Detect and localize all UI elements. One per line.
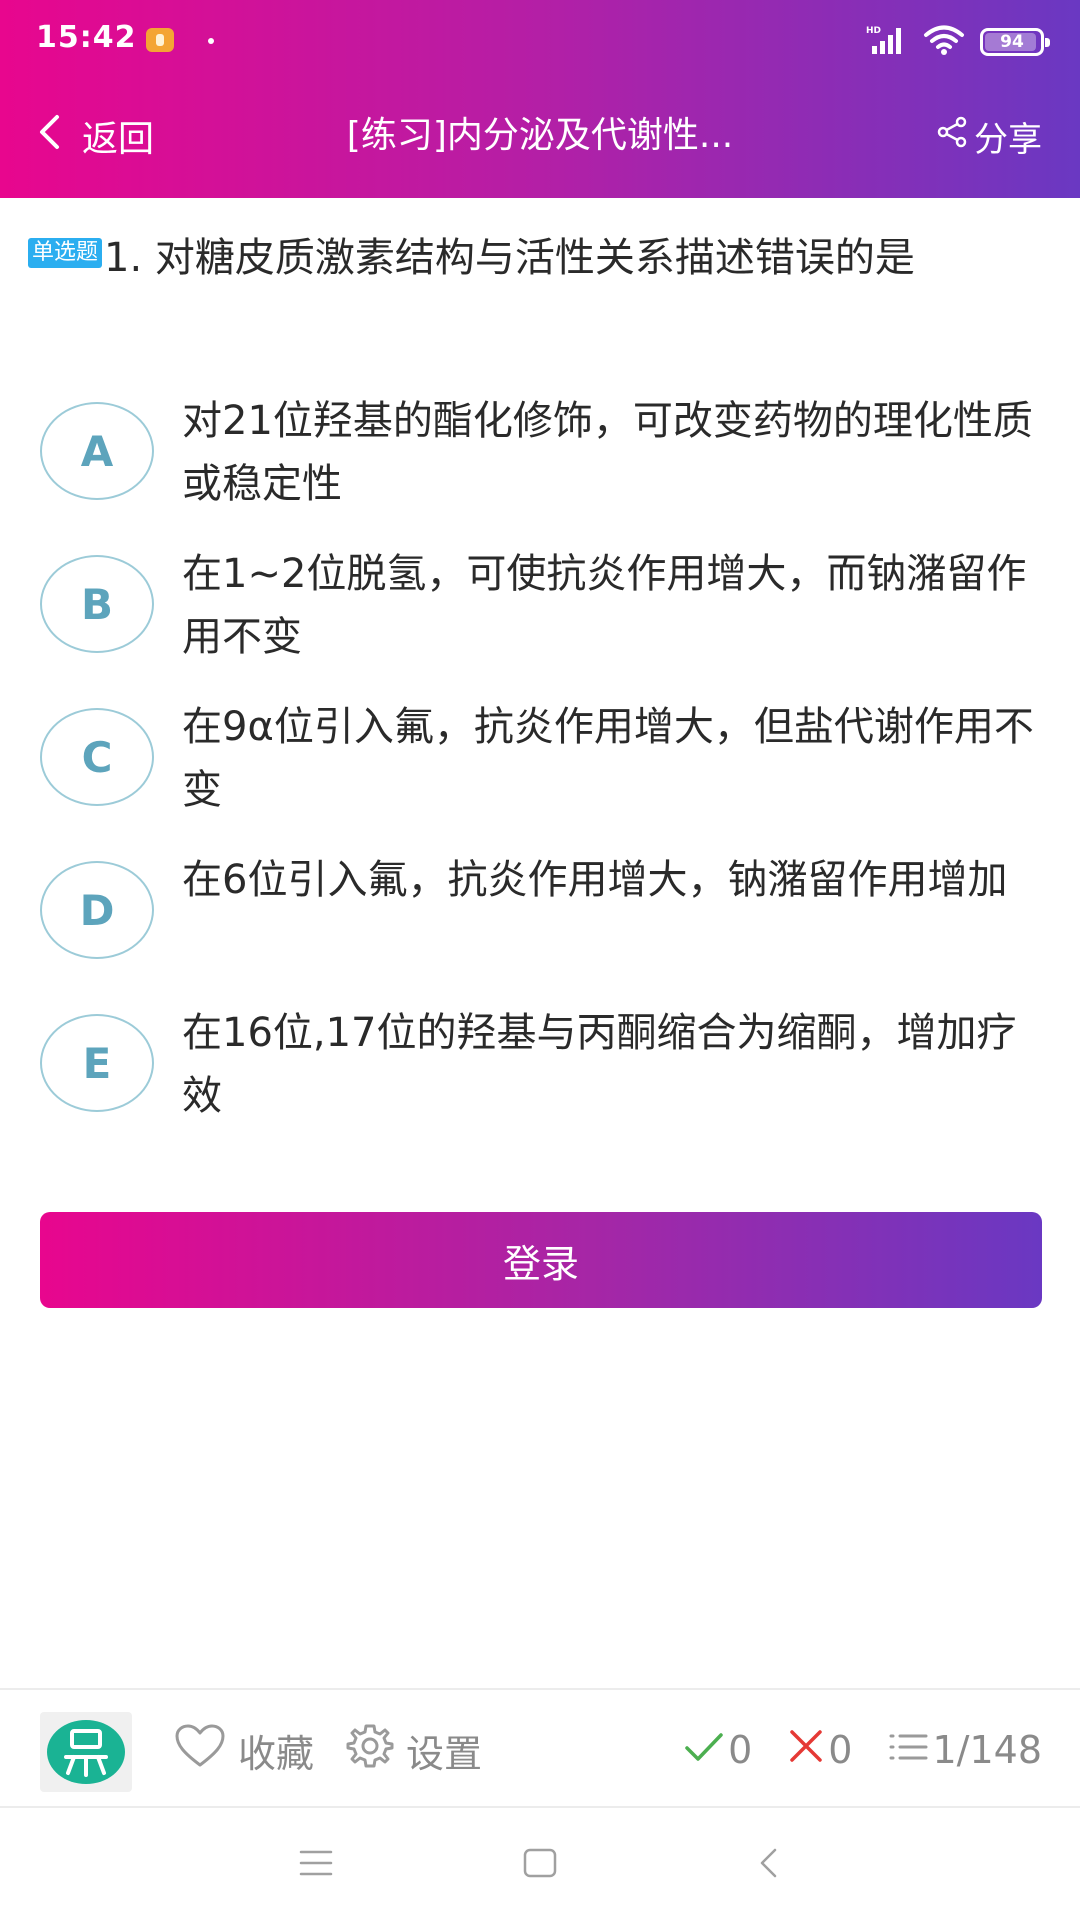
wrong-count-value: 0: [828, 1728, 853, 1772]
list-icon: [888, 1728, 928, 1772]
gear-icon: [346, 1722, 394, 1779]
option-text: 在9α位引入氟，抗炎作用增大，但盐代谢作用不变: [182, 704, 1034, 813]
notification-app-icon: [146, 28, 174, 52]
system-navigation-bar: [0, 1810, 1080, 1920]
app-header: 15:42 HD 94 返回 [练习]内分泌及代谢性... 分享: [0, 0, 1080, 198]
correct-count: 0: [684, 1728, 752, 1772]
option-a[interactable]: A 对21位羟基的酯化修饰，可改变药物的理化性质或稳定性: [0, 388, 1080, 541]
back-button[interactable]: 返回: [38, 108, 154, 164]
bottom-toolbar: 收藏 设置 0 0 1/148: [0, 1688, 1080, 1808]
favorite-button[interactable]: 收藏: [174, 1712, 314, 1788]
option-letter-circle: B: [40, 555, 154, 653]
login-button[interactable]: 登录: [40, 1212, 1042, 1308]
share-icon: [936, 116, 968, 157]
menu-nav-button[interactable]: [286, 1840, 346, 1890]
back-label: 返回: [82, 119, 155, 160]
app-logo-icon: [47, 1720, 125, 1784]
question-type-badge: 单选题: [28, 238, 103, 268]
cellular-signal-icon: HD: [866, 24, 908, 60]
option-text: 对21位羟基的酯化修饰，可改变药物的理化性质或稳定性: [182, 398, 1033, 507]
option-letter-circle: C: [40, 708, 154, 806]
status-indicators: HD 94: [866, 22, 1050, 62]
answer-stats: 0 0 1/148: [684, 1712, 1042, 1788]
back-nav-button[interactable]: [738, 1840, 798, 1890]
option-letter-circle: E: [40, 1014, 154, 1112]
wifi-icon: [922, 24, 966, 60]
status-bar: 15:42 HD 94: [0, 0, 1080, 80]
page-title: [练习]内分泌及代谢性...: [346, 115, 734, 156]
home-nav-button[interactable]: [510, 1840, 570, 1890]
question-text: 1. 对糖皮质激素结构与活性关系描述错误的是: [104, 235, 915, 281]
question-stem: 单选题 1. 对糖皮质激素结构与活性关系描述错误的是: [28, 226, 1028, 290]
heart-icon: [174, 1724, 226, 1777]
option-text: 在1~2位脱氢，可使抗炎作用增大，而钠潴留作用不变: [182, 551, 1027, 660]
home-square-icon: [523, 1848, 557, 1882]
notification-dot-icon: [208, 38, 214, 44]
share-label: 分享: [974, 119, 1042, 160]
share-button[interactable]: 分享: [936, 108, 1042, 164]
question-progress[interactable]: 1/148: [888, 1728, 1042, 1772]
battery-percent: 94: [1000, 32, 1024, 52]
back-triangle-icon: [758, 1847, 778, 1883]
network-type-label: HD: [866, 26, 881, 36]
status-time: 15:42: [36, 20, 137, 55]
settings-button[interactable]: 设置: [346, 1712, 482, 1788]
option-letter-circle: D: [40, 861, 154, 959]
answer-options: A 对21位羟基的酯化修饰，可改变药物的理化性质或稳定性 B 在1~2位脱氢，可…: [0, 388, 1080, 1153]
option-letter-circle: A: [40, 402, 154, 500]
option-d[interactable]: D 在6位引入氟，抗炎作用增大，钠潴留作用增加: [0, 847, 1080, 1000]
battery-icon: 94: [980, 28, 1050, 56]
option-b[interactable]: B 在1~2位脱氢，可使抗炎作用增大，而钠潴留作用不变: [0, 541, 1080, 694]
app-logo: [40, 1712, 132, 1792]
check-icon: [684, 1728, 724, 1772]
correct-count-value: 0: [728, 1728, 753, 1772]
wrong-count: 0: [788, 1728, 852, 1773]
title-bar: 返回 [练习]内分泌及代谢性... 分享: [0, 96, 1080, 176]
settings-label: 设置: [406, 1731, 483, 1776]
favorite-label: 收藏: [238, 1731, 315, 1776]
option-e[interactable]: E 在16位,17位的羟基与丙酮缩合为缩酮，增加疗效: [0, 1000, 1080, 1153]
menu-icon: [299, 1849, 333, 1881]
option-c[interactable]: C 在9α位引入氟，抗炎作用增大，但盐代谢作用不变: [0, 694, 1080, 847]
option-text: 在6位引入氟，抗炎作用增大，钠潴留作用增加: [182, 857, 1008, 903]
chevron-left-icon: [38, 114, 60, 159]
option-text: 在16位,17位的羟基与丙酮缩合为缩酮，增加疗效: [182, 1010, 1017, 1119]
progress-value: 1/148: [932, 1728, 1042, 1772]
cross-icon: [788, 1728, 824, 1773]
